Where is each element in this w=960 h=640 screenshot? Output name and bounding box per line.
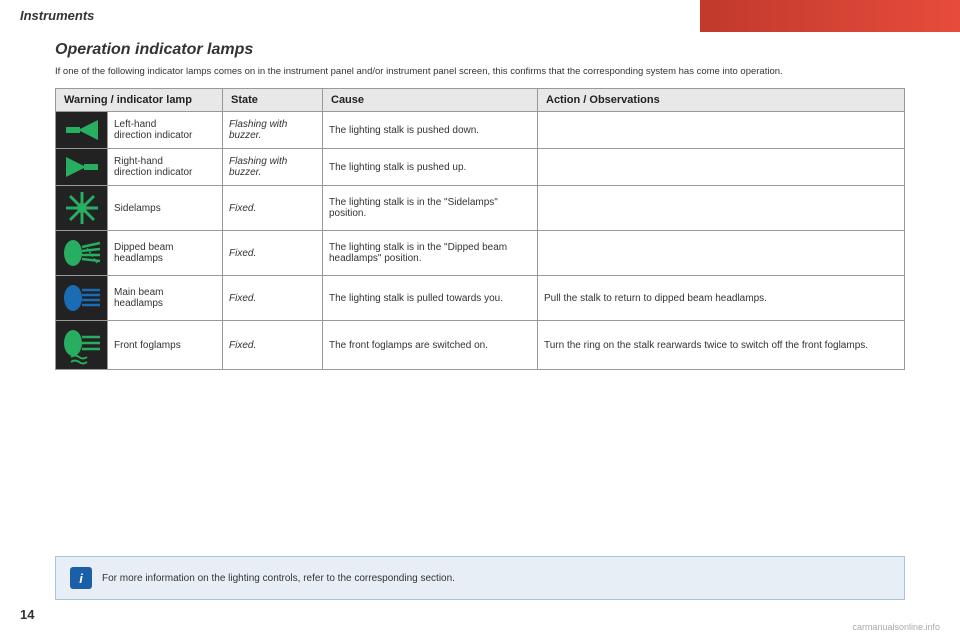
icon-cell-right-arrow [56, 149, 108, 186]
main-content: Operation indicator lamps If one of the … [0, 31, 960, 380]
icon-cell-left-arrow [56, 112, 108, 149]
table-row: Main beamheadlamps Fixed. The lighting s… [56, 276, 905, 321]
info-box: i For more information on the lighting c… [55, 556, 905, 600]
indicator-table: Warning / indicator lamp State Cause Act… [55, 88, 905, 370]
main-beam-icon [62, 280, 101, 316]
table-row: Left-handdirection indicator Flashing wi… [56, 112, 905, 149]
right-arrow-icon [62, 153, 101, 181]
cause-cell: The lighting stalk is in the "Sidelamps"… [323, 186, 538, 231]
page-header: Instruments [0, 0, 960, 31]
col-header-state: State [223, 89, 323, 112]
lamp-name-cell: Sidelamps [108, 186, 223, 231]
table-row: Dipped beamheadlamps Fixed. The lighting… [56, 231, 905, 276]
state-cell: Fixed. [223, 186, 323, 231]
state-cell: Flashing with buzzer. [223, 149, 323, 186]
icon-cell-dipped [56, 231, 108, 276]
info-icon: i [70, 567, 92, 589]
action-cell: Pull the stalk to return to dipped beam … [538, 276, 905, 321]
col-header-cause: Cause [323, 89, 538, 112]
section-description: If one of the following indicator lamps … [55, 65, 905, 78]
table-row: Right-handdirection indicator Flashing w… [56, 149, 905, 186]
lamp-name-cell: Main beamheadlamps [108, 276, 223, 321]
col-header-warning-lamp: Warning / indicator lamp [56, 89, 223, 112]
section-title: Operation indicator lamps [55, 41, 905, 59]
info-text: For more information on the lighting con… [102, 573, 455, 584]
lamp-name-cell: Dipped beamheadlamps [108, 231, 223, 276]
dipped-beam-icon [62, 235, 101, 271]
state-cell: Flashing with buzzer. [223, 112, 323, 149]
cause-cell: The lighting stalk is pushed down. [323, 112, 538, 149]
sidelamps-icon [62, 190, 101, 226]
lamp-name-cell: Left-handdirection indicator [108, 112, 223, 149]
header-accent-bar [700, 0, 960, 32]
action-cell [538, 149, 905, 186]
action-cell [538, 186, 905, 231]
icon-cell-foglamps [56, 321, 108, 370]
table-row: Sidelamps Fixed. The lighting stalk is i… [56, 186, 905, 231]
header-title: Instruments [20, 8, 94, 23]
col-header-action: Action / Observations [538, 89, 905, 112]
state-cell: Fixed. [223, 321, 323, 370]
cause-cell: The lighting stalk is pushed up. [323, 149, 538, 186]
cause-cell: The front foglamps are switched on. [323, 321, 538, 370]
state-cell: Fixed. [223, 276, 323, 321]
page-number: 14 [20, 607, 34, 622]
watermark: carmanualsonline.info [852, 622, 940, 632]
icon-cell-sidelamps [56, 186, 108, 231]
state-cell: Fixed. [223, 231, 323, 276]
table-header-row: Warning / indicator lamp State Cause Act… [56, 89, 905, 112]
action-cell [538, 112, 905, 149]
lamp-name-cell: Right-handdirection indicator [108, 149, 223, 186]
cause-cell: The lighting stalk is in the "Dipped bea… [323, 231, 538, 276]
action-cell [538, 231, 905, 276]
foglamps-icon [62, 325, 101, 365]
icon-cell-main-beam [56, 276, 108, 321]
left-arrow-icon [62, 116, 101, 144]
table-row: Front foglamps Fixed. The front foglamps… [56, 321, 905, 370]
action-cell: Turn the ring on the stalk rearwards twi… [538, 321, 905, 370]
lamp-name-cell: Front foglamps [108, 321, 223, 370]
cause-cell: The lighting stalk is pulled towards you… [323, 276, 538, 321]
